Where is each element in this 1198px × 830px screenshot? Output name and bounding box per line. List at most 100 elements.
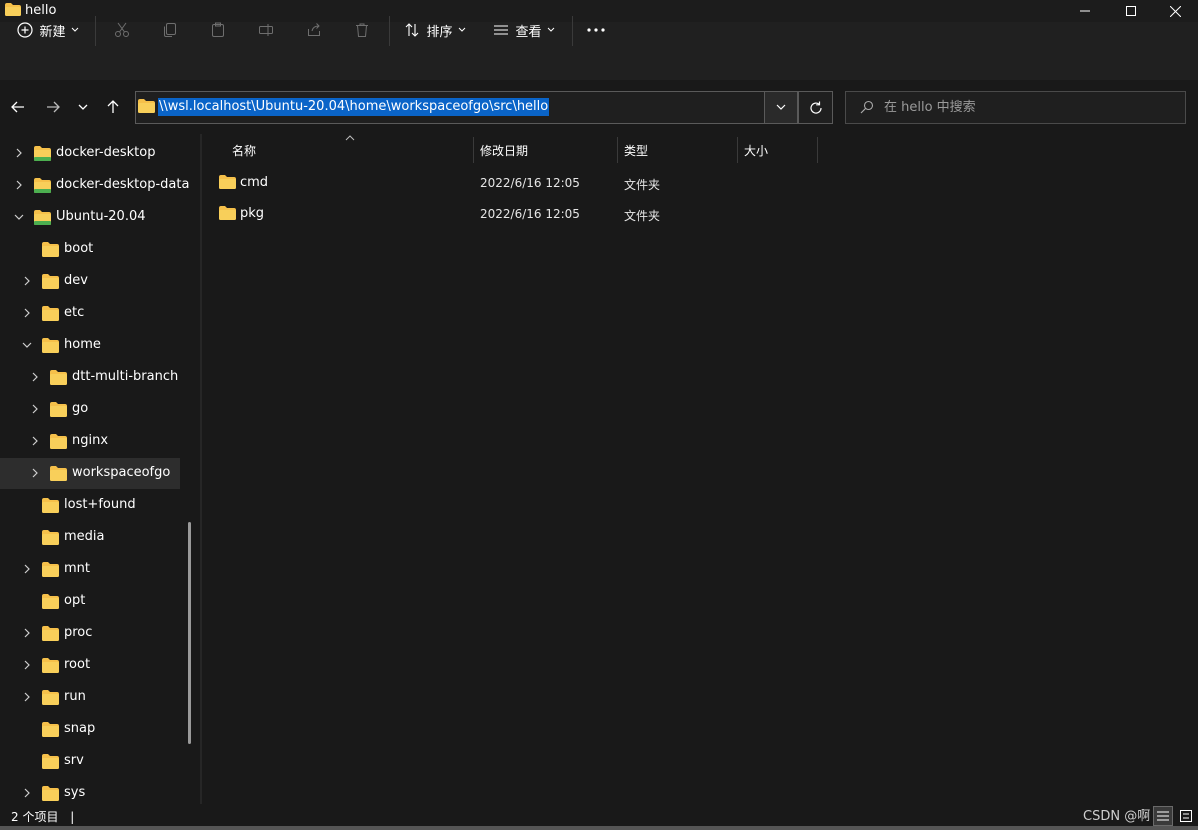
column-header-name[interactable]: 名称 — [232, 142, 256, 159]
delete-button[interactable] — [348, 14, 376, 46]
address-history-button[interactable] — [764, 91, 798, 124]
watermark-text: CSDN @啊 — [1083, 809, 1151, 824]
folder-icon — [42, 530, 59, 545]
folder-icon — [42, 690, 59, 705]
sidebar-item[interactable]: run — [0, 682, 180, 713]
cut-button[interactable] — [108, 14, 136, 46]
sidebar-item-label: srv — [64, 753, 84, 768]
column-separator[interactable] — [817, 137, 818, 163]
chevron-right-icon[interactable] — [14, 148, 24, 158]
share-button[interactable] — [300, 14, 328, 46]
refresh-button[interactable] — [798, 91, 833, 124]
up-button[interactable] — [100, 94, 126, 120]
folder-icon — [42, 786, 59, 801]
sidebar-scrollbar[interactable] — [188, 522, 191, 744]
rename-button[interactable] — [252, 14, 280, 46]
sidebar-item[interactable]: lost+found — [0, 490, 180, 521]
sidebar-item[interactable]: nginx — [0, 426, 180, 457]
sidebar-item[interactable]: snap — [0, 714, 180, 745]
sidebar-item-label: dtt-multi-branch — [72, 369, 179, 384]
sidebar-item[interactable]: sys — [0, 778, 180, 804]
chevron-right-icon[interactable] — [14, 180, 24, 190]
sidebar-item[interactable]: go — [0, 394, 180, 425]
sidebar-item[interactable]: dtt-multi-branch — [0, 362, 180, 393]
table-row[interactable]: pkg 2022/6/16 12:05 文件夹 — [210, 198, 810, 229]
new-button-label: 新建 — [39, 24, 66, 40]
chevron-right-icon[interactable] — [22, 308, 32, 318]
horizontal-scrollbar[interactable] — [0, 826, 1198, 830]
chevron-right-icon[interactable] — [30, 436, 40, 446]
sidebar-item-label: boot — [64, 241, 94, 256]
chevron-down-icon — [458, 27, 465, 32]
chevron-right-icon[interactable] — [22, 564, 32, 574]
forward-button[interactable] — [40, 94, 66, 120]
sidebar-item[interactable]: docker-desktop — [0, 138, 180, 169]
address-path-text[interactable]: \\wsl.localhost\Ubuntu-20.04\home\worksp… — [158, 98, 550, 116]
file-type: 文件夹 — [624, 209, 661, 223]
sort-button[interactable]: 排序 — [400, 14, 470, 46]
arrow-right-icon — [47, 101, 60, 113]
sidebar-item-label: Ubuntu-20.04 — [56, 209, 146, 224]
sidebar-item[interactable]: dev — [0, 266, 180, 297]
chevron-right-icon[interactable] — [30, 468, 40, 478]
tiles-view-icon — [1180, 810, 1192, 822]
chevron-right-icon[interactable] — [30, 372, 40, 382]
maximize-button[interactable] — [1108, 0, 1154, 22]
column-separator[interactable] — [617, 137, 618, 163]
chevron-right-icon[interactable] — [22, 788, 32, 798]
toolbar-separator — [572, 16, 573, 46]
sidebar-item-label: run — [64, 689, 86, 704]
more-button[interactable] — [582, 14, 610, 46]
chevron-right-icon[interactable] — [22, 276, 32, 286]
minimize-button[interactable] — [1062, 0, 1108, 22]
sidebar-item[interactable]: workspaceofgo — [0, 458, 180, 489]
search-icon — [860, 100, 874, 114]
maximize-icon — [1126, 6, 1136, 16]
column-header-date[interactable]: 修改日期 — [480, 142, 528, 159]
chevron-right-icon[interactable] — [30, 404, 40, 414]
chevron-right-icon[interactable] — [22, 692, 32, 702]
chevron-right-icon[interactable] — [22, 660, 32, 670]
drive-folder-icon — [34, 178, 51, 193]
recent-locations-button[interactable] — [70, 94, 96, 120]
sidebar-item[interactable]: mnt — [0, 554, 180, 585]
sidebar-item[interactable]: opt — [0, 586, 180, 617]
close-button[interactable] — [1152, 0, 1198, 22]
file-name: pkg — [240, 206, 265, 221]
view-button[interactable]: 查看 — [489, 14, 559, 46]
chevron-right-icon[interactable] — [22, 628, 32, 638]
sidebar-item[interactable]: home — [0, 330, 180, 361]
search-input[interactable] — [884, 97, 1174, 117]
sort-icon — [406, 23, 419, 37]
tiles-view-button[interactable] — [1176, 806, 1196, 826]
column-header-type[interactable]: 类型 — [624, 142, 648, 159]
column-separator[interactable] — [737, 137, 738, 163]
sidebar-item[interactable]: srv — [0, 746, 180, 777]
arrow-up-icon — [107, 100, 119, 113]
column-header-size[interactable]: 大小 — [744, 142, 768, 159]
sidebar-item-label: nginx — [72, 433, 109, 448]
sidebar-item[interactable]: Ubuntu-20.04 — [0, 202, 180, 233]
folder-icon — [42, 242, 59, 257]
chevron-down-icon[interactable] — [22, 340, 32, 350]
copy-button[interactable] — [156, 14, 184, 46]
chevron-down-icon — [71, 27, 78, 32]
paste-button[interactable] — [204, 14, 232, 46]
toolbar-separator — [95, 16, 96, 46]
new-button[interactable]: 新建 — [12, 14, 84, 46]
chevron-down-icon[interactable] — [14, 212, 24, 222]
sidebar-item[interactable]: root — [0, 650, 180, 681]
table-row[interactable]: cmd 2022/6/16 12:05 文件夹 — [210, 167, 810, 198]
sidebar-item[interactable]: media — [0, 522, 180, 553]
drive-folder-icon — [34, 146, 51, 161]
back-button[interactable] — [5, 94, 31, 120]
sidebar-item-label: go — [72, 401, 89, 416]
column-separator[interactable] — [473, 137, 474, 163]
details-view-button[interactable] — [1153, 806, 1173, 826]
folder-icon — [50, 434, 67, 449]
sidebar-item[interactable]: docker-desktop-data — [0, 170, 189, 201]
folder-icon — [50, 466, 67, 481]
sidebar-item[interactable]: etc — [0, 298, 180, 329]
sidebar-item[interactable]: proc — [0, 618, 180, 649]
sidebar-item[interactable]: boot — [0, 234, 180, 265]
